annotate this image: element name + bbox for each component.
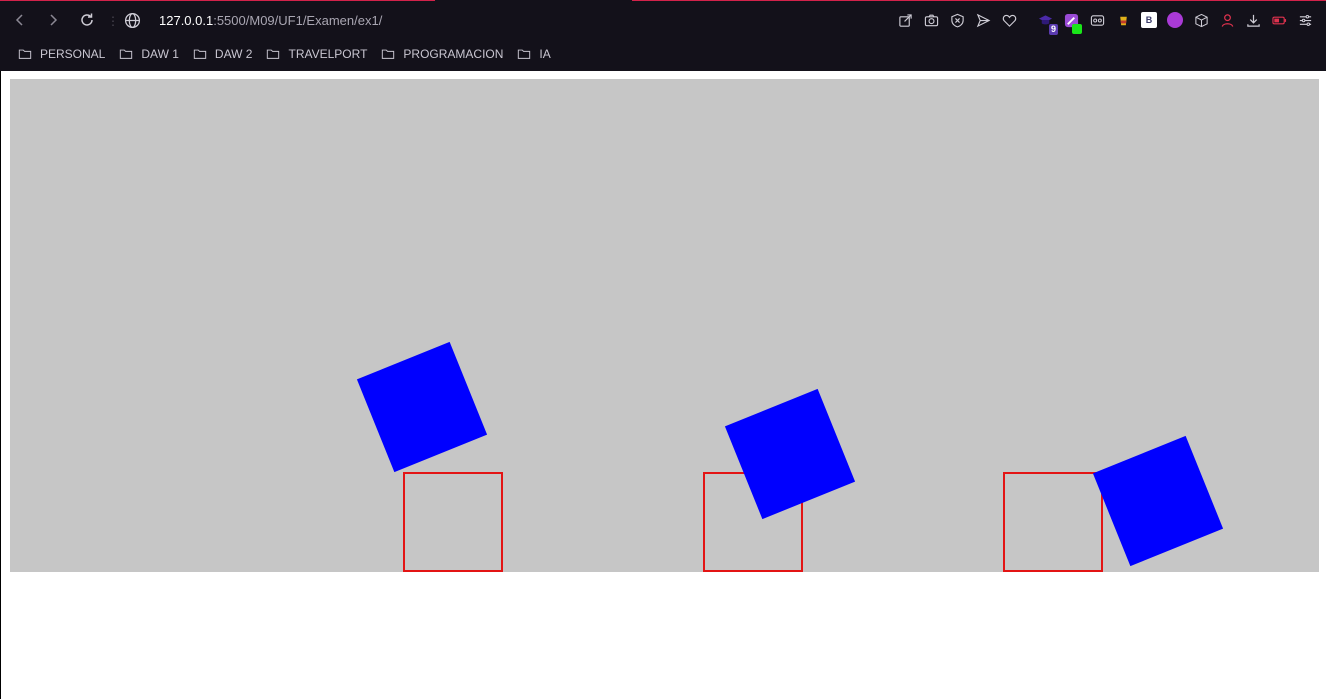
- url-text[interactable]: 127.0.0.1:5500/M09/UF1/Examen/ex1/: [159, 13, 382, 28]
- bookmark-folder-daw1[interactable]: DAW 1: [119, 47, 179, 61]
- extension-cup[interactable]: [1110, 9, 1136, 31]
- extension-circle[interactable]: [1162, 9, 1188, 31]
- battery-icon: [1271, 16, 1286, 24]
- infinity-icon: [1167, 12, 1183, 28]
- folder-icon: [518, 49, 531, 59]
- folder-icon: [18, 49, 32, 59]
- extension-eyedropper[interactable]: [1058, 9, 1084, 34]
- url-host: 127.0.0.1: [159, 12, 214, 28]
- cup-icon: [1119, 16, 1127, 25]
- bookmark-folder-personal[interactable]: PERSONAL: [18, 47, 105, 61]
- bookmark-label: PROGRAMACION: [403, 47, 504, 61]
- screenshot-button[interactable]: [918, 9, 944, 31]
- target-box-3: [1003, 472, 1103, 572]
- bookmark-folder-daw2[interactable]: DAW 2: [193, 47, 253, 61]
- browser-chrome: ⋮ 127.0.0.1:5500/M09/UF1/Examen/ex1/ 9 B…: [0, 0, 1326, 71]
- cube-icon: [1194, 13, 1208, 27]
- bookmark-label: PERSONAL: [40, 47, 106, 61]
- extension-status-indicator: [1072, 24, 1082, 34]
- bookmark-folder-travelport[interactable]: TRAVELPORT: [266, 47, 367, 61]
- reload-button[interactable]: [76, 9, 98, 31]
- folder-icon: [120, 49, 133, 59]
- bookmark-label: DAW 2: [214, 47, 253, 61]
- easy-setup-button[interactable]: [1292, 9, 1318, 31]
- extension-b[interactable]: B: [1136, 9, 1162, 31]
- user-icon: [1221, 13, 1233, 27]
- folder-icon: [267, 49, 280, 59]
- bookmark-folder-programacion[interactable]: PROGRAMACION: [381, 47, 503, 61]
- letter-b-icon: B: [1141, 12, 1157, 28]
- downloads-button[interactable]: [1240, 9, 1266, 31]
- globe-icon: [124, 12, 141, 28]
- url-path: :5500/M09/UF1/Examen/ex1/: [213, 12, 383, 28]
- bookmark-label: DAW 1: [141, 47, 179, 61]
- extension-badge: 9: [1048, 24, 1058, 35]
- toolbar-icons: 9 B: [892, 9, 1318, 35]
- extensions-button[interactable]: [1188, 9, 1214, 31]
- camera-icon: [924, 14, 938, 26]
- heart-icon: [1002, 14, 1016, 27]
- folder-icon: [193, 49, 207, 59]
- toolbar: ⋮ 127.0.0.1:5500/M09/UF1/Examen/ex1/ 9 B: [0, 0, 1326, 40]
- game-stage[interactable]: [10, 79, 1319, 572]
- profile-button[interactable]: [1214, 9, 1240, 31]
- address-bar[interactable]: 127.0.0.1:5500/M09/UF1/Examen/ex1/: [124, 9, 724, 31]
- extension-graduation[interactable]: 9: [1032, 9, 1058, 35]
- battery-saver-button[interactable]: [1266, 9, 1292, 31]
- folder-icon: [382, 49, 395, 59]
- rotating-square-1[interactable]: [356, 341, 488, 473]
- favorites-button[interactable]: [996, 9, 1022, 31]
- adblock-button[interactable]: [944, 9, 970, 31]
- send-button[interactable]: [970, 9, 996, 31]
- toolbar-separator: ⋮: [107, 14, 119, 28]
- bookmarks-bar: PERSONAL DAW 1 DAW 2 TRAVELPORT PROGRAMA…: [0, 40, 1326, 68]
- bookmark-label: TRAVELPORT: [288, 47, 368, 61]
- extension-tabs[interactable]: [1084, 9, 1110, 31]
- download-icon: [1246, 14, 1260, 27]
- shield-x-icon: [950, 13, 964, 27]
- forward-icon: [50, 14, 58, 26]
- back-button[interactable]: [9, 9, 31, 31]
- send-icon: [976, 13, 990, 27]
- back-icon: [15, 14, 23, 26]
- tabs-grid-icon: [1090, 14, 1104, 26]
- edit-share-icon: [898, 13, 912, 27]
- edit-share-button[interactable]: [892, 9, 918, 31]
- target-box-1: [403, 472, 503, 572]
- bookmark-folder-ia[interactable]: IA: [517, 47, 551, 61]
- bookmark-label: IA: [539, 47, 551, 61]
- rotating-square-3[interactable]: [1092, 435, 1224, 567]
- menu-icon: [1299, 14, 1311, 26]
- forward-button[interactable]: [42, 9, 64, 31]
- reload-icon: [81, 13, 93, 26]
